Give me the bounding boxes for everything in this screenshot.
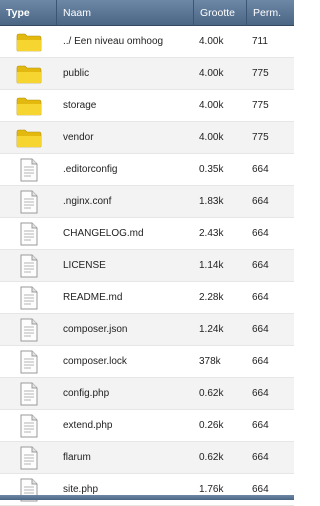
file-name[interactable]: CHANGELOG.md (57, 218, 194, 249)
file-size: 2.43k (199, 228, 224, 239)
type-cell (0, 410, 57, 441)
type-cell (0, 122, 57, 153)
type-cell (0, 442, 57, 473)
file-permissions[interactable]: 775 (247, 58, 294, 89)
file-name[interactable]: .editorconfig (57, 154, 194, 185)
type-cell (0, 346, 57, 377)
file-size: 0.62k (199, 388, 224, 399)
table-row[interactable]: site.php 1.76k 664 (0, 474, 294, 506)
folder-icon (16, 128, 42, 148)
file-icon (20, 158, 38, 182)
file-icon (20, 350, 38, 374)
file-permissions[interactable]: 664 (247, 410, 294, 441)
file-size: 378k (199, 356, 221, 367)
file-name[interactable]: storage (57, 90, 194, 121)
file-name[interactable]: extend.php (57, 410, 194, 441)
file-permissions[interactable]: 711 (247, 26, 294, 57)
file-size: 4.00k (199, 132, 224, 143)
file-name[interactable]: vendor (57, 122, 194, 153)
table-row[interactable]: config.php 0.62k 664 (0, 378, 294, 410)
type-cell (0, 314, 57, 345)
file-icon (20, 414, 38, 438)
file-icon (20, 254, 38, 278)
table-row[interactable]: extend.php 0.26k 664 (0, 410, 294, 442)
table-row[interactable]: composer.lock 378k 664 (0, 346, 294, 378)
file-size: 4.00k (199, 100, 224, 111)
file-icon (20, 222, 38, 246)
table-row[interactable]: CHANGELOG.md 2.43k 664 (0, 218, 294, 250)
file-name[interactable]: public (57, 58, 194, 89)
type-cell (0, 250, 57, 281)
file-table: Type Naam Grootte Perm. ../ Een niveau o… (0, 0, 294, 506)
type-cell (0, 90, 57, 121)
type-cell (0, 282, 57, 313)
file-name[interactable]: LICENSE (57, 250, 194, 281)
table-footer (0, 495, 294, 500)
file-permissions[interactable]: 664 (247, 282, 294, 313)
file-icon (20, 382, 38, 406)
type-cell (0, 26, 57, 57)
file-permissions[interactable]: 775 (247, 122, 294, 153)
table-row[interactable]: .editorconfig 0.35k 664 (0, 154, 294, 186)
file-size: 4.00k (199, 36, 224, 47)
folder-icon (16, 64, 42, 84)
column-header-name[interactable]: Naam (57, 0, 194, 26)
column-header-perm[interactable]: Perm. (247, 0, 294, 26)
table-row[interactable]: composer.json 1.24k 664 (0, 314, 294, 346)
file-permissions[interactable]: 664 (247, 378, 294, 409)
table-row[interactable]: LICENSE 1.14k 664 (0, 250, 294, 282)
file-size: 2.28k (199, 292, 224, 303)
table-row[interactable]: README.md 2.28k 664 (0, 282, 294, 314)
file-name[interactable]: composer.lock (57, 346, 194, 377)
file-name[interactable]: README.md (57, 282, 194, 313)
file-list: ../ Een niveau omhoog 4.00k 711 public 4.00k… (0, 26, 294, 506)
table-row[interactable]: .nginx.conf 1.83k 664 (0, 186, 294, 218)
type-cell (0, 378, 57, 409)
table-row[interactable]: public 4.00k 775 (0, 58, 294, 90)
column-header-type[interactable]: Type (0, 0, 57, 26)
file-name[interactable]: config.php (57, 378, 194, 409)
file-permissions[interactable]: 664 (247, 186, 294, 217)
file-name[interactable]: composer.json (57, 314, 194, 345)
file-permissions[interactable]: 664 (247, 250, 294, 281)
file-icon (20, 190, 38, 214)
type-cell (0, 154, 57, 185)
file-permissions[interactable]: 664 (247, 346, 294, 377)
file-size: 0.35k (199, 164, 224, 175)
table-row[interactable]: storage 4.00k 775 (0, 90, 294, 122)
type-cell (0, 58, 57, 89)
file-name[interactable]: site.php (57, 474, 194, 505)
file-icon (20, 318, 38, 342)
file-size: 1.83k (199, 196, 224, 207)
file-size: 4.00k (199, 68, 224, 79)
table-row[interactable]: flarum 0.62k 664 (0, 442, 294, 474)
file-permissions[interactable]: 664 (247, 474, 294, 505)
file-permissions[interactable]: 664 (247, 218, 294, 249)
file-size: 0.62k (199, 452, 224, 463)
file-icon (20, 286, 38, 310)
file-name[interactable]: .nginx.conf (57, 186, 194, 217)
file-size: 1.24k (199, 324, 224, 335)
file-size: 1.76k (199, 484, 224, 495)
table-header: Type Naam Grootte Perm. (0, 0, 294, 26)
table-row[interactable]: ../ Een niveau omhoog 4.00k 711 (0, 26, 294, 58)
type-cell (0, 186, 57, 217)
folder-icon (16, 96, 42, 116)
file-permissions[interactable]: 664 (247, 442, 294, 473)
file-name[interactable]: ../ Een niveau omhoog (57, 26, 194, 57)
file-name[interactable]: flarum (57, 442, 194, 473)
file-size: 0.26k (199, 420, 224, 431)
table-row[interactable]: vendor 4.00k 775 (0, 122, 294, 154)
file-permissions[interactable]: 664 (247, 154, 294, 185)
file-icon (20, 446, 38, 470)
file-permissions[interactable]: 775 (247, 90, 294, 121)
type-cell (0, 474, 57, 505)
file-permissions[interactable]: 664 (247, 314, 294, 345)
type-cell (0, 218, 57, 249)
folder-icon (16, 32, 42, 52)
column-header-size[interactable]: Grootte (194, 0, 247, 26)
file-size: 1.14k (199, 260, 224, 271)
